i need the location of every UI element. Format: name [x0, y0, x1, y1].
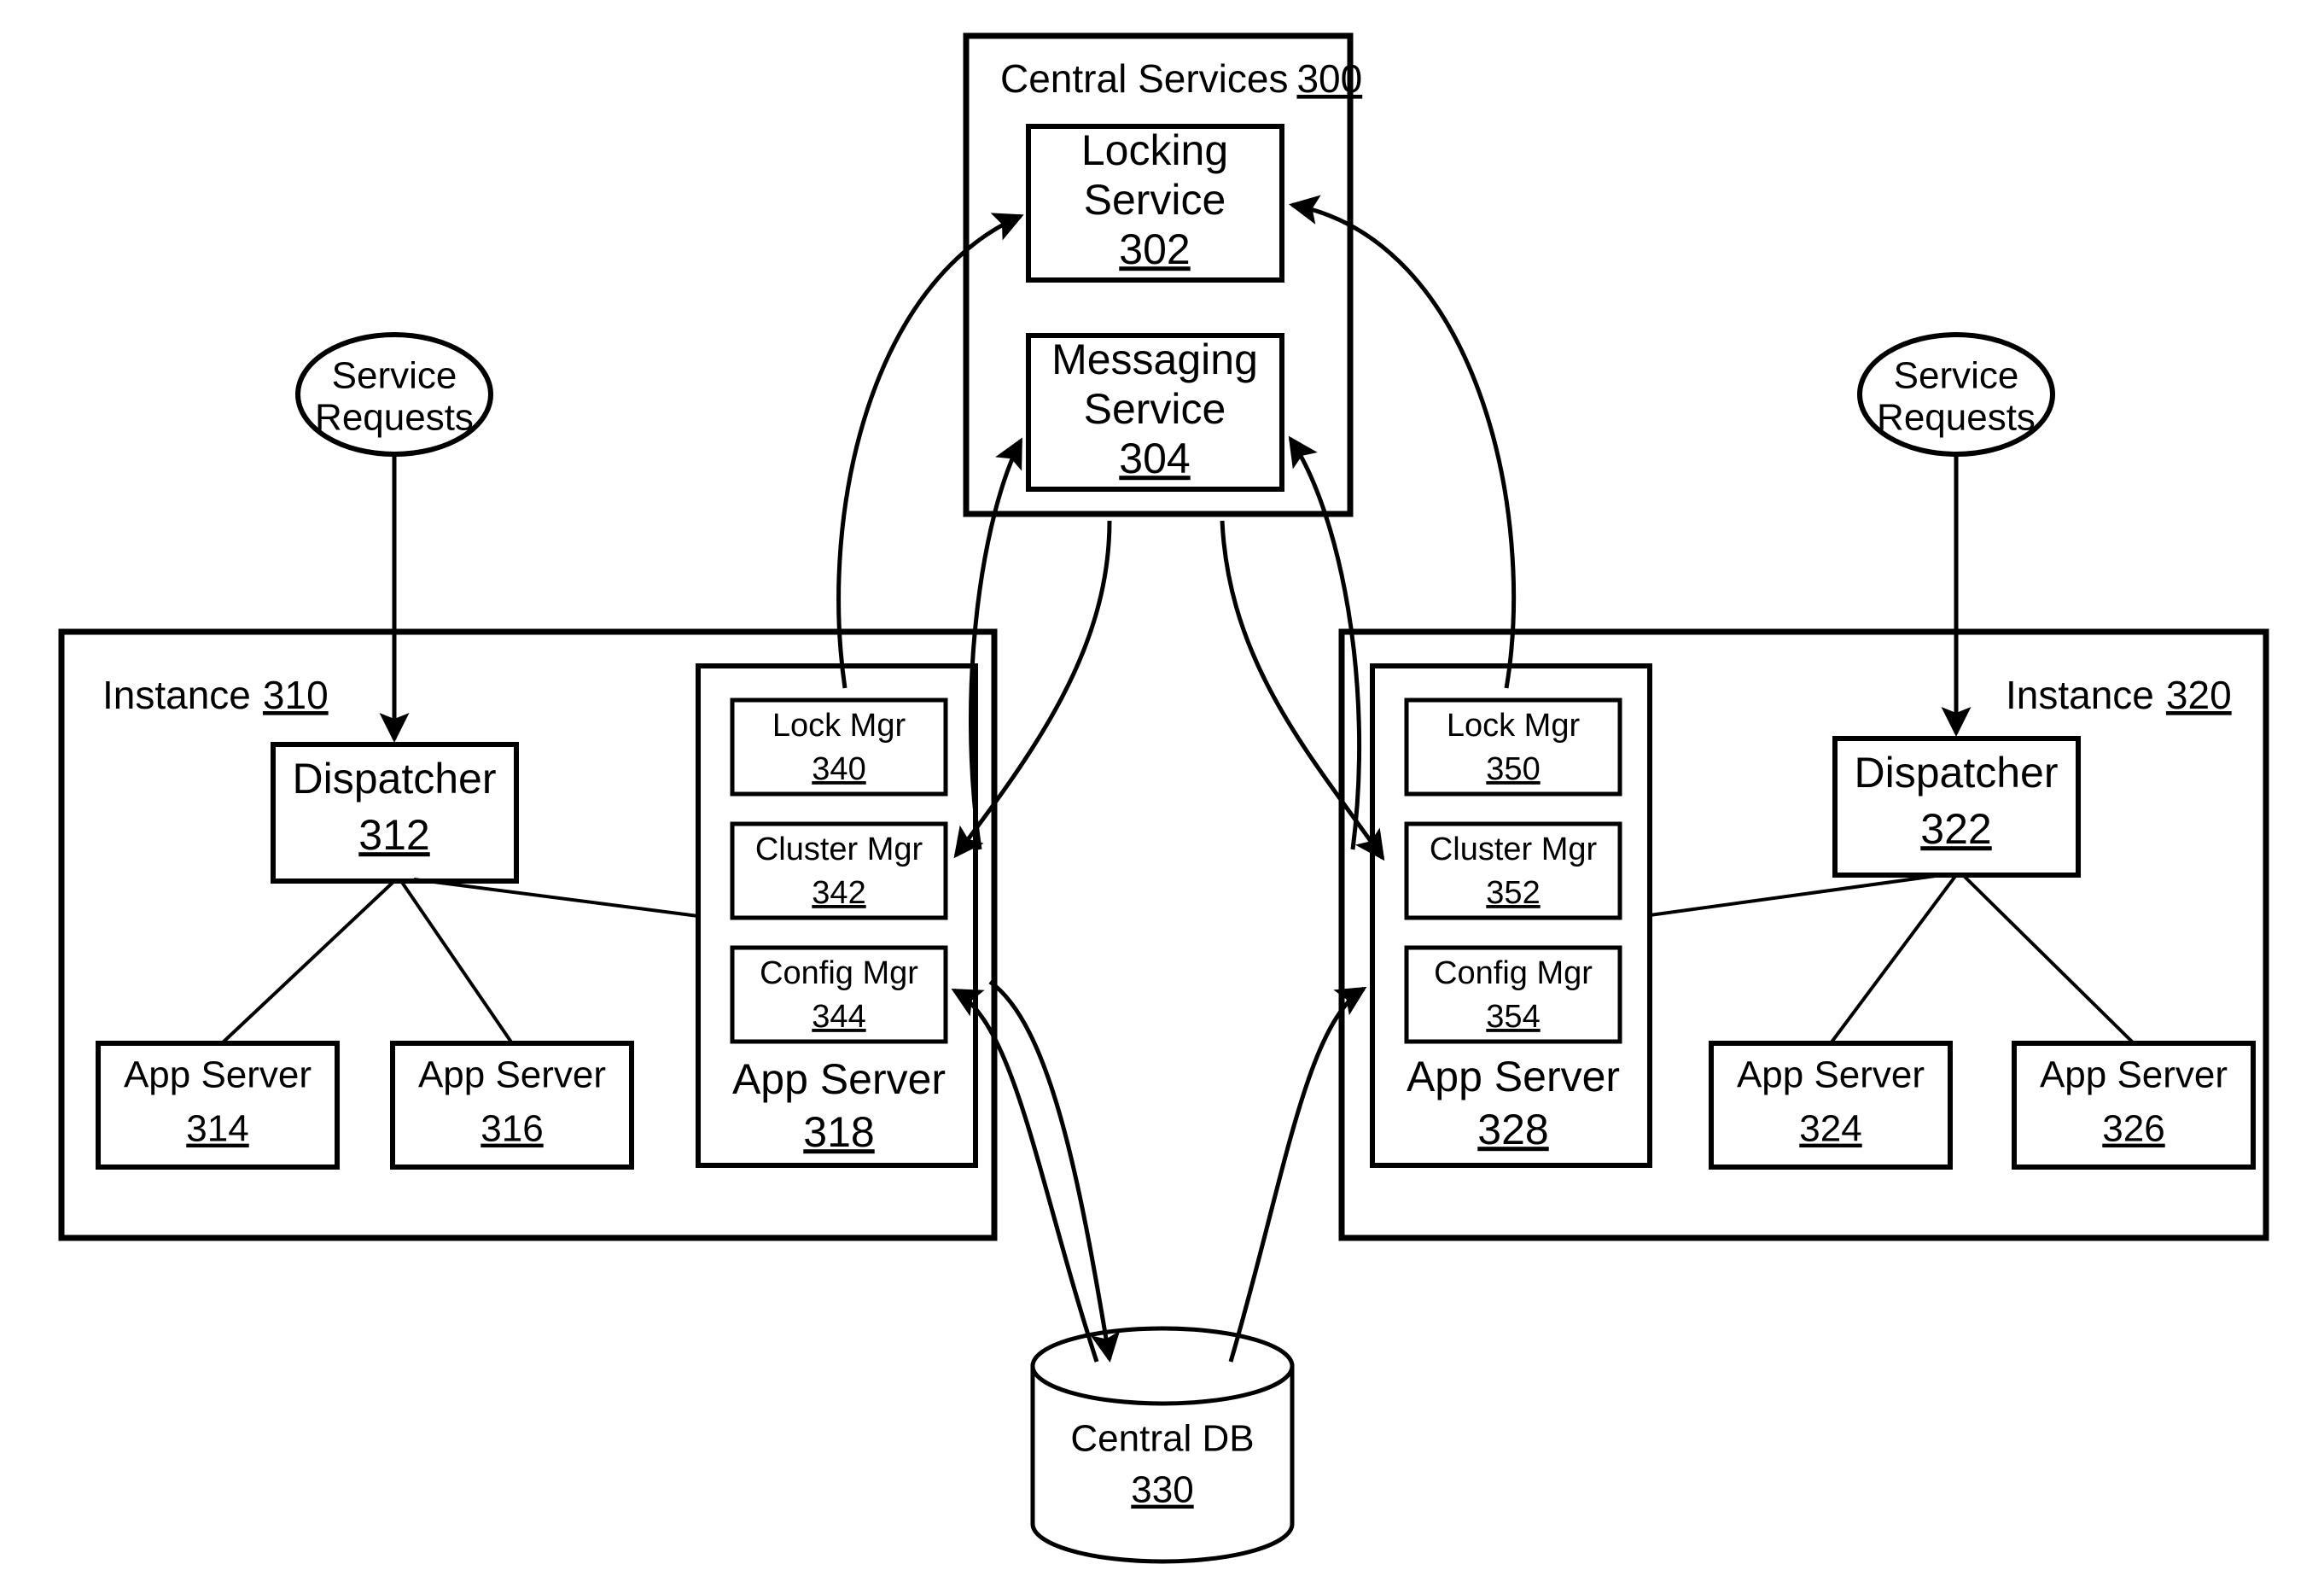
dispatcher-312-ref: 312 — [358, 811, 429, 859]
service-requests-left-line2: Requests — [315, 397, 474, 439]
app-server-314-ref: 314 — [186, 1108, 248, 1150]
dispatcher-312-node: Dispatcher 312 — [271, 742, 519, 884]
connector-dispatcher-322-to-app-server-324 — [1829, 873, 1958, 1045]
messaging-service-node: Messaging Service 304 — [1026, 333, 1284, 492]
app-server-328-ref: 328 — [1477, 1106, 1548, 1153]
app-server-326-label: App Server — [2040, 1054, 2228, 1096]
app-server-326-node: App Server 326 — [2012, 1041, 2256, 1170]
app-server-328-label: App Server — [1407, 1053, 1620, 1100]
service-requests-left: Service Requests — [295, 332, 493, 457]
diagram-canvas: Central Services 300 Locking Service 302 … — [58, 32, 2269, 1564]
app-server-324-ref: 324 — [1799, 1108, 1861, 1150]
locking-service-line2: Service — [1084, 176, 1226, 224]
cluster-mgr-342-label: Cluster Mgr — [755, 832, 923, 867]
lock-mgr-350-label: Lock Mgr — [1447, 708, 1581, 744]
service-requests-left-line1: Service — [332, 355, 457, 397]
app-server-316-label: App Server — [418, 1054, 606, 1096]
central-services-group: Central Services 300 Locking Service 302 … — [963, 32, 1362, 517]
dispatcher-322-ref: 322 — [1920, 805, 1991, 853]
app-server-318-ref: 318 — [803, 1108, 874, 1156]
messaging-service-ref: 304 — [1119, 435, 1190, 482]
dispatcher-322-node: Dispatcher 322 — [1832, 736, 2081, 878]
central-db-label: Central DB — [1070, 1418, 1254, 1460]
instance-320-group: Instance 320 Service Requests Dispatcher … — [1338, 332, 2269, 1241]
connector-dispatcher-312-to-app-server-318 — [413, 878, 699, 918]
dispatcher-312-label: Dispatcher — [293, 755, 497, 803]
service-requests-right-line1: Service — [1894, 355, 2019, 397]
app-server-326-ref: 326 — [2102, 1108, 2164, 1150]
connector-messaging-service-304-to-cluster-mgr-342 — [953, 520, 1112, 859]
cluster-mgr-352-label: Cluster Mgr — [1430, 832, 1598, 867]
cluster-mgr-352-ref: 352 — [1486, 875, 1540, 911]
app-server-316-node: App Server 316 — [390, 1041, 634, 1170]
connector-lock-mgr-350-to-locking-service-302 — [1289, 195, 1516, 689]
locking-service-line1: Locking — [1081, 126, 1228, 174]
central-db-node: Central DB 330 — [1030, 1326, 1295, 1564]
connector-dispatcher-322-to-app-server-328 — [1649, 873, 1942, 917]
central-db-cylinder-top — [1030, 1326, 1295, 1406]
lock-mgr-340-ref: 340 — [812, 751, 865, 787]
locking-service-ref: 302 — [1119, 225, 1190, 273]
messaging-service-line1: Messaging — [1051, 336, 1258, 383]
connector-lock-mgr-340-to-locking-service-302 — [836, 213, 1024, 689]
messaging-service-line2: Service — [1084, 385, 1226, 433]
app-server-324-label: App Server — [1737, 1054, 1925, 1096]
lock-mgr-350-ref: 350 — [1486, 751, 1540, 787]
app-server-324-node: App Server 324 — [1709, 1041, 1953, 1170]
patent-diagram: Central Services 300 Locking Service 302 … — [0, 0, 2324, 1576]
cluster-mgr-342-ref: 342 — [812, 875, 865, 911]
connector-dispatcher-322-to-app-server-326 — [1961, 873, 2135, 1045]
dispatcher-322-label: Dispatcher — [1855, 749, 2059, 797]
instance-310-label: Instance 310 — [102, 673, 329, 717]
app-server-318-label: App Server — [732, 1055, 946, 1103]
instance-320-label: Instance 320 — [2006, 673, 2232, 717]
connector-dispatcher-312-to-app-server-314 — [220, 879, 396, 1045]
service-requests-right-line2: Requests — [1877, 397, 2036, 439]
app-server-318-node: Lock Mgr 340 Cluster Mgr 342 Config Mgr … — [696, 663, 978, 1168]
service-requests-right: Service Requests — [1857, 332, 2055, 457]
app-server-314-node: App Server 314 — [96, 1041, 340, 1170]
central-services-label: Central Services 300 — [1000, 56, 1362, 101]
config-mgr-354-ref: 354 — [1486, 999, 1540, 1035]
instance-310-group: Instance 310 Service Requests Dispatcher … — [58, 332, 998, 1241]
config-mgr-344-ref: 344 — [812, 999, 865, 1035]
config-mgr-344-label: Config Mgr — [760, 955, 918, 991]
locking-service-node: Locking Service 302 — [1026, 124, 1284, 283]
config-mgr-354-label: Config Mgr — [1434, 955, 1593, 991]
connector-config-mgr-344-to-central-db-330 — [988, 979, 1121, 1363]
lock-mgr-340-label: Lock Mgr — [772, 708, 906, 744]
app-server-328-node: Lock Mgr 350 Cluster Mgr 352 Config Mgr … — [1370, 663, 1652, 1168]
app-server-314-label: App Server — [124, 1054, 312, 1096]
central-db-ref: 330 — [1131, 1469, 1193, 1511]
connector-dispatcher-312-to-app-server-316 — [399, 879, 514, 1045]
app-server-316-ref: 316 — [481, 1108, 543, 1150]
